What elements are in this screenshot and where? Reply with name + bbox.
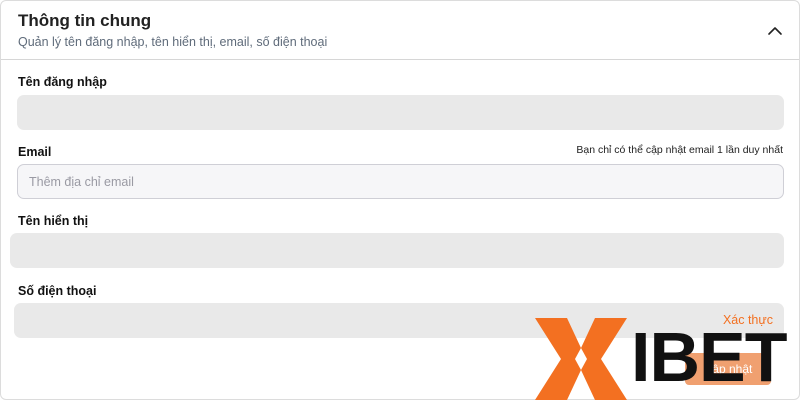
email-update-note: Bạn chỉ có thể cập nhật email 1 lần duy … — [576, 144, 783, 156]
username-label: Tên đăng nhập — [18, 75, 107, 89]
username-field — [17, 95, 784, 130]
logo-text: IBET — [631, 318, 787, 396]
email-input[interactable] — [17, 164, 784, 199]
section-title: Thông tin chung — [18, 11, 152, 30]
display-name-field — [10, 233, 784, 268]
display-name-label: Tên hiển thị — [18, 214, 89, 228]
ibet-logo: IBET — [535, 318, 800, 400]
phone-label: Số điện thoại — [18, 284, 97, 298]
email-label: Email — [18, 145, 52, 159]
x-logo-icon — [535, 318, 627, 400]
section-header[interactable]: Thông tin chung Quản lý tên đăng nhập, t… — [1, 1, 799, 60]
section-subtitle: Quản lý tên đăng nhập, tên hiển thị, ema… — [18, 35, 328, 49]
chevron-up-icon[interactable] — [765, 21, 785, 41]
